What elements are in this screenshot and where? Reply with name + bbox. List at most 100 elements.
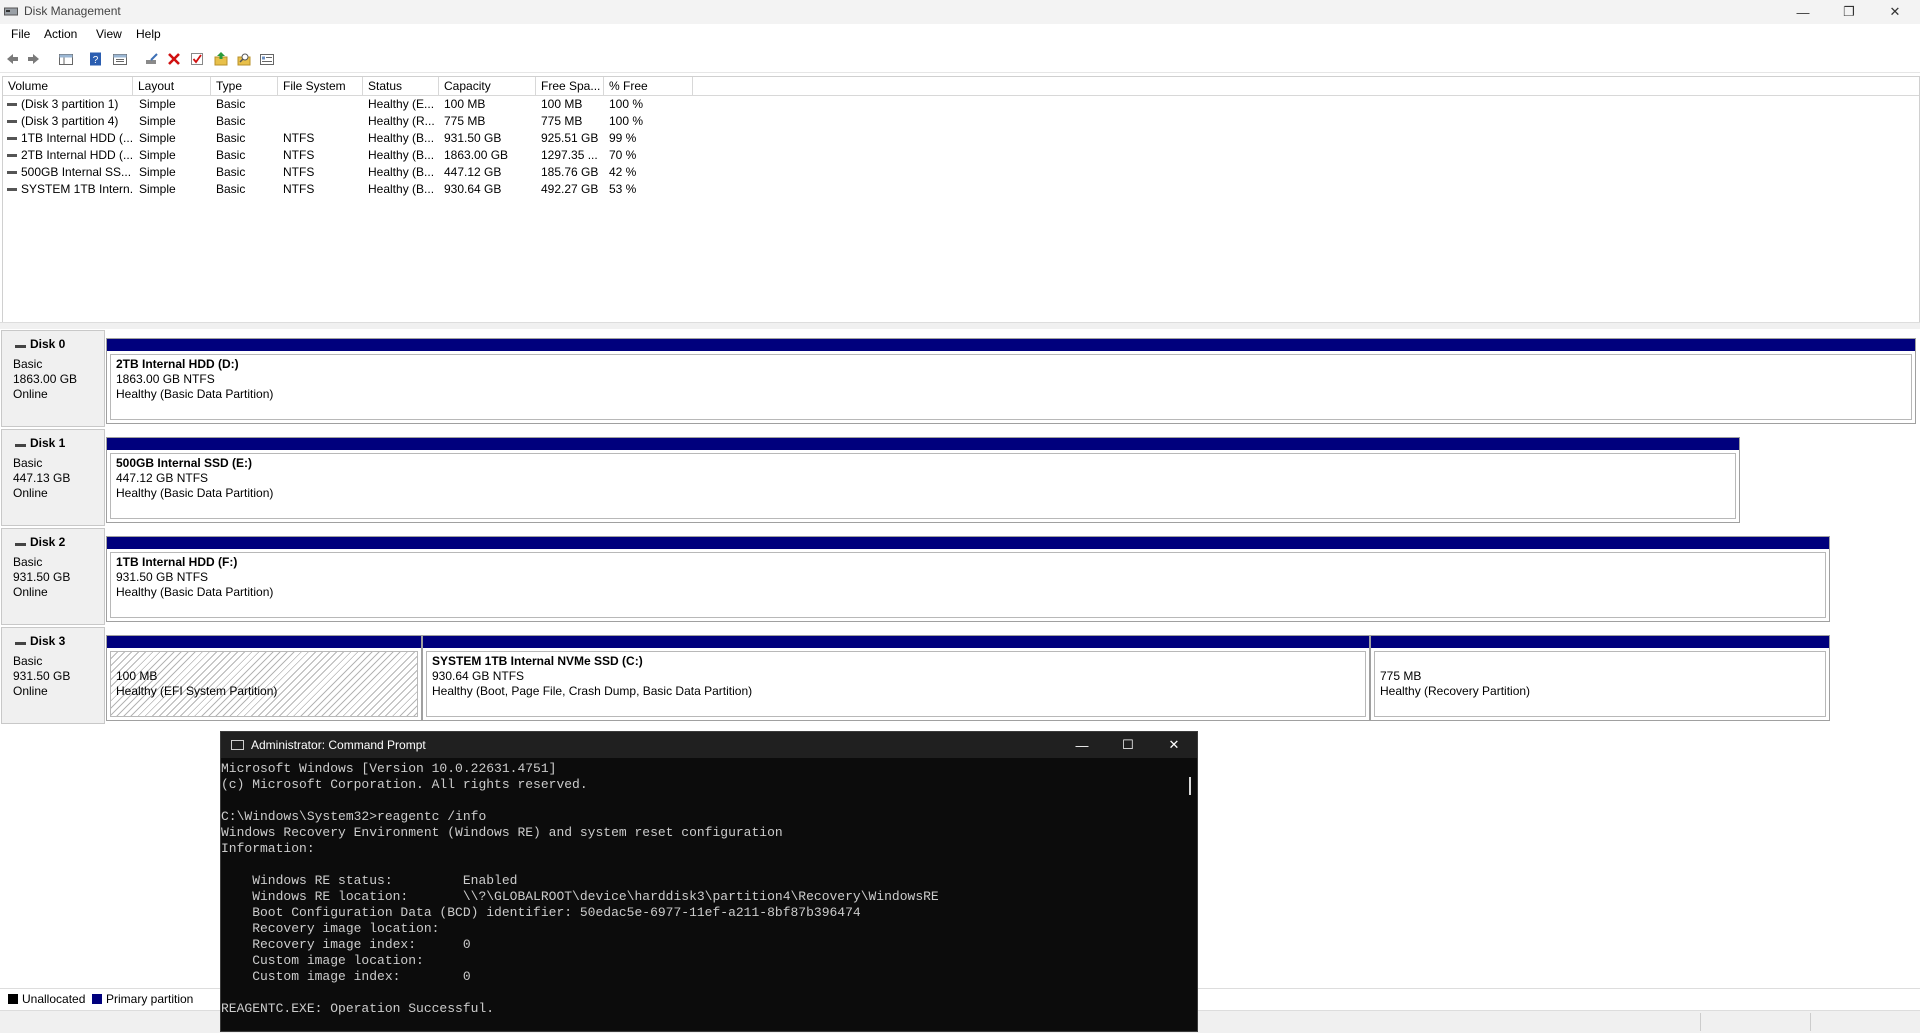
- cmd-title-bar[interactable]: Administrator: Command Prompt — ☐ ✕: [221, 732, 1197, 758]
- delete-button[interactable]: [166, 51, 182, 67]
- partition-size: 1863.00 GB NTFS: [116, 372, 215, 386]
- col-status[interactable]: Status: [363, 77, 439, 95]
- partition-bar: [1371, 636, 1829, 648]
- col-volume[interactable]: Volume: [3, 77, 133, 95]
- up-button[interactable]: [213, 51, 229, 67]
- check-icon: [191, 53, 203, 65]
- volume-row[interactable]: 2TB Internal HDD (... Simple Basic NTFS Heal…: [3, 147, 703, 164]
- disk-info-3[interactable]: Disk 3 Basic 931.50 GB Online: [1, 627, 105, 724]
- col-percent-free[interactable]: % Free: [604, 77, 693, 95]
- volume-cell: NTFS: [283, 148, 315, 162]
- col-layout[interactable]: Layout: [133, 77, 211, 95]
- col-file-system[interactable]: File System: [278, 77, 363, 95]
- partition-title: 1TB Internal HDD (F:): [116, 555, 238, 569]
- volume-list: Volume Layout Type File System Status Ca…: [2, 76, 1920, 324]
- col-capacity[interactable]: Capacity: [439, 77, 536, 95]
- volume-row[interactable]: 500GB Internal SS... Simple Basic NTFS Healt…: [3, 164, 703, 181]
- partition-e[interactable]: 500GB Internal SSD (E:) 447.12 GB NTFS H…: [106, 437, 1740, 523]
- disk-type: Basic: [13, 357, 43, 371]
- close-button[interactable]: ✕: [1872, 0, 1918, 24]
- disk-name: Disk 1: [30, 436, 66, 450]
- volume-cell: 930.64 GB: [444, 182, 502, 196]
- volume-cell: Basic: [216, 97, 246, 111]
- connect-button[interactable]: [144, 51, 160, 67]
- minimize-button[interactable]: —: [1780, 0, 1826, 24]
- cmd-scrollbar[interactable]: [1189, 777, 1191, 795]
- col-type[interactable]: Type: [211, 77, 278, 95]
- disk-state: Online: [13, 387, 48, 401]
- disk-info-2[interactable]: Disk 2 Basic 931.50 GB Online: [1, 528, 105, 625]
- partition-body: 775 MB Healthy (Recovery Partition): [1374, 651, 1826, 717]
- cmd-maximize-button[interactable]: ☐: [1105, 732, 1151, 758]
- volume-cell: 185.76 GB: [541, 165, 599, 179]
- partition-efi[interactable]: 100 MB Healthy (EFI System Partition): [106, 635, 422, 721]
- search-icon: [237, 53, 251, 66]
- console-tree-button[interactable]: [58, 51, 74, 67]
- cmd-line: Windows Recovery Environment (Windows RE…: [221, 825, 783, 840]
- volume-cell: 70 %: [609, 148, 637, 162]
- menu-action[interactable]: Action: [44, 27, 77, 41]
- disk-name: Disk 2: [30, 535, 66, 549]
- restore-button[interactable]: ❐: [1826, 0, 1872, 24]
- menu-help[interactable]: Help: [136, 27, 161, 41]
- back-button[interactable]: [4, 51, 20, 67]
- minimize-icon: —: [1075, 737, 1089, 753]
- disk-info-0[interactable]: Disk 0 Basic 1863.00 GB Online: [1, 330, 105, 427]
- menu-bar: File Action View Help: [0, 24, 1920, 44]
- primary-swatch: [92, 994, 102, 1004]
- disk-info-1[interactable]: Disk 1 Basic 447.13 GB Online: [1, 429, 105, 526]
- pane-splitter[interactable]: [0, 322, 1920, 329]
- properties-button[interactable]: [112, 51, 128, 67]
- partition-recovery[interactable]: 775 MB Healthy (Recovery Partition): [1370, 635, 1830, 721]
- volume-icon: [7, 120, 17, 123]
- volume-row[interactable]: (Disk 3 partition 1) Simple Basic Healthy (…: [3, 96, 703, 113]
- volume-cell: Basic: [216, 182, 246, 196]
- disk-size: 447.13 GB: [13, 471, 71, 485]
- volume-cell: Simple: [139, 148, 176, 162]
- partition-size: 100 MB: [116, 669, 158, 683]
- volume-cell: [283, 113, 363, 130]
- volume-cell: Healthy (E...: [368, 97, 435, 111]
- volume-cell: (Disk 3 partition 4): [21, 114, 119, 128]
- forward-button[interactable]: [26, 51, 42, 67]
- col-free-space[interactable]: Free Spa...: [536, 77, 604, 95]
- volume-cell: 100 %: [609, 114, 644, 128]
- partition-bar: [107, 636, 421, 648]
- volume-cell: 42 %: [609, 165, 637, 179]
- cmd-minimize-button[interactable]: —: [1059, 732, 1105, 758]
- close-icon: ✕: [1889, 4, 1901, 19]
- volume-cell: 99 %: [609, 131, 637, 145]
- cmd-line: Boot Configuration Data (BCD) identifier…: [221, 905, 861, 920]
- disk-size: 931.50 GB: [13, 570, 71, 584]
- volume-row[interactable]: SYSTEM 1TB Intern... Simple Basic NTFS Healt…: [3, 181, 703, 198]
- partition-c[interactable]: SYSTEM 1TB Internal NVMe SSD (C:) 930.64…: [422, 635, 1370, 721]
- disk-icon: [15, 345, 26, 348]
- volume-row[interactable]: 1TB Internal HDD (... Simple Basic NTFS Heal…: [3, 130, 703, 147]
- legend-unallocated: Unallocated: [22, 992, 86, 1006]
- volume-row[interactable]: (Disk 3 partition 4) Simple Basic Healthy (…: [3, 113, 703, 130]
- partition-f[interactable]: 1TB Internal HDD (F:) 931.50 GB NTFS Hea…: [106, 536, 1830, 622]
- cmd-line: C:\Windows\System32>reagentc /info: [221, 809, 487, 824]
- volume-cell: 775 MB: [541, 114, 583, 128]
- volume-cell: Healthy (B...: [368, 182, 435, 196]
- partition-title: 2TB Internal HDD (D:): [116, 357, 239, 371]
- cmd-output[interactable]: Microsoft Windows [Version 10.0.22631.47…: [221, 761, 1181, 1031]
- check-button[interactable]: [189, 51, 205, 67]
- partition-status: Healthy (Basic Data Partition): [116, 387, 274, 401]
- volume-cell: NTFS: [283, 131, 315, 145]
- view-button[interactable]: [259, 51, 275, 67]
- cmd-line: [221, 793, 1181, 809]
- status-separator: [1700, 1013, 1701, 1031]
- cmd-line: REAGENTC.EXE: Operation Successful.: [221, 1001, 495, 1016]
- command-prompt-window[interactable]: Administrator: Command Prompt — ☐ ✕ Micr…: [220, 731, 1198, 1032]
- cmd-close-button[interactable]: ✕: [1151, 732, 1197, 758]
- minimize-icon: —: [1796, 4, 1810, 20]
- menu-view[interactable]: View: [96, 27, 122, 41]
- volume-cell: Healthy (B...: [368, 148, 435, 162]
- disk-row-0: Disk 0 Basic 1863.00 GB Online 2TB Inter…: [0, 330, 1920, 427]
- volume-cell: 100 %: [609, 97, 644, 111]
- menu-file[interactable]: File: [11, 27, 30, 41]
- help-button[interactable]: ?: [88, 51, 104, 67]
- partition-d[interactable]: 2TB Internal HDD (D:) 1863.00 GB NTFS He…: [106, 338, 1916, 424]
- search-button[interactable]: [236, 51, 252, 67]
